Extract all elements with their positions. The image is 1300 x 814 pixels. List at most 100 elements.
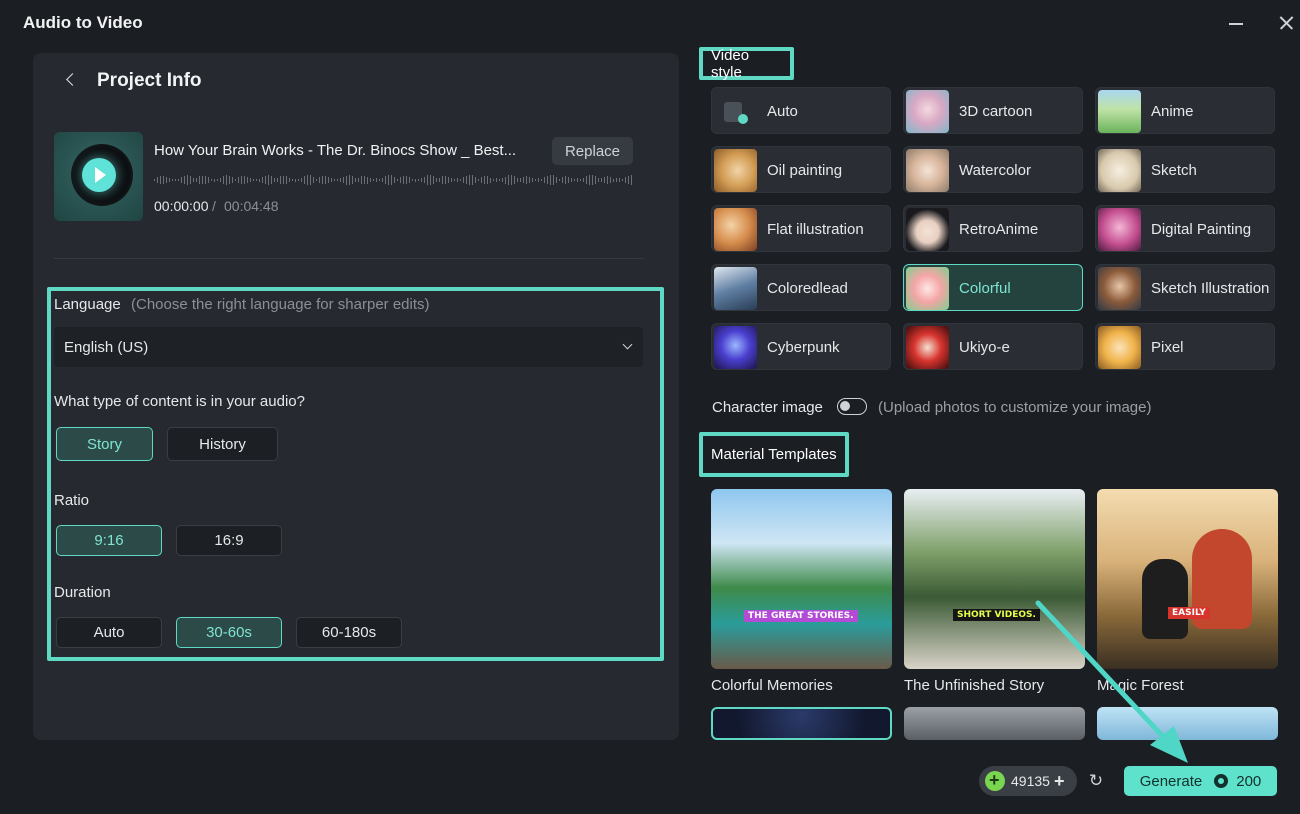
template-card-row2-2[interactable] <box>904 707 1085 740</box>
style-card-sketch-illustration[interactable]: Sketch Illustration <box>1095 264 1275 311</box>
waveform-bar <box>592 174 593 186</box>
ratio-option-9-16[interactable]: 9:16 <box>56 525 162 556</box>
template-card-row2-1[interactable] <box>711 707 892 740</box>
style-label: Ukiyo-e <box>959 339 1010 356</box>
waveform-bar <box>307 175 308 185</box>
style-card-cyberpunk[interactable]: Cyberpunk <box>711 323 891 370</box>
waveform-bar <box>427 175 428 185</box>
duration-option-auto[interactable]: Auto <box>56 617 162 648</box>
waveform-bar <box>157 176 158 184</box>
replace-button[interactable]: Replace <box>552 137 633 165</box>
waveform-bar <box>436 177 437 183</box>
style-card-watercolor[interactable]: Watercolor <box>903 146 1083 193</box>
style-card-ukiyo-e[interactable]: Ukiyo-e <box>903 323 1083 370</box>
audio-waveform[interactable] <box>154 172 632 188</box>
waveform-bar <box>613 178 614 182</box>
duration-label: Duration <box>54 584 111 601</box>
sketch-thumbnail <box>1098 149 1141 192</box>
ukiyo-e-thumbnail <box>906 326 949 369</box>
waveform-bar <box>604 176 605 184</box>
digital-painting-thumbnail <box>1098 208 1141 251</box>
waveform-bar <box>574 179 575 181</box>
style-card-auto[interactable]: Auto <box>711 87 891 134</box>
template-card-magic-forest[interactable]: EASILY <box>1097 489 1278 669</box>
style-card-flat-illustration[interactable]: Flat illustration <box>711 205 891 252</box>
style-card-digital-painting[interactable]: Digital Painting <box>1095 205 1275 252</box>
template-badge: THE GREAT STORIES. <box>744 610 858 622</box>
retroanime-thumbnail <box>906 208 949 251</box>
duration-option-60-180s[interactable]: 60-180s <box>296 617 402 648</box>
waveform-bar <box>271 176 272 184</box>
template-card-row2-3[interactable] <box>1097 707 1278 740</box>
waveform-bar <box>280 176 281 184</box>
waveform-bar <box>499 178 500 182</box>
coloredlead-thumbnail <box>714 267 757 310</box>
waveform-bar <box>316 178 317 182</box>
add-credits-icon[interactable]: + <box>1054 771 1065 792</box>
template-card-unfinished-story[interactable]: SHORT VIDEOS. <box>904 489 1085 669</box>
waveform-bar <box>265 175 266 185</box>
language-select[interactable]: English (US) <box>54 327 643 367</box>
waveform-bar <box>259 178 260 182</box>
style-card-sketch[interactable]: Sketch <box>1095 146 1275 193</box>
waveform-bar <box>313 176 314 184</box>
character-image-toggle[interactable] <box>837 398 867 415</box>
waveform-bar <box>601 178 602 182</box>
anime-thumbnail <box>1098 90 1141 133</box>
style-card-anime[interactable]: Anime <box>1095 87 1275 134</box>
credits-pill[interactable]: 49135 + <box>979 766 1077 796</box>
style-card-3d-cartoon[interactable]: 3D cartoon <box>903 87 1083 134</box>
waveform-bar <box>559 178 560 182</box>
waveform-bar <box>160 175 161 185</box>
waveform-bar <box>409 177 410 183</box>
waveform-bar <box>340 178 341 182</box>
template-card-colorful-memories[interactable]: THE GREAT STORIES. <box>711 489 892 669</box>
style-card-oil-painting[interactable]: Oil painting <box>711 146 891 193</box>
waveform-bar <box>520 178 521 182</box>
credits-icon <box>985 770 1005 791</box>
refresh-icon[interactable]: ↻ <box>1086 771 1106 791</box>
waveform-bar <box>511 174 512 186</box>
waveform-bar <box>232 176 233 184</box>
waveform-bar <box>364 175 365 185</box>
waveform-bar <box>319 177 320 183</box>
waveform-bar <box>625 177 626 183</box>
ratio-label: Ratio <box>54 492 90 509</box>
style-card-pixel[interactable]: Pixel <box>1095 323 1275 370</box>
waveform-bar <box>430 175 431 185</box>
waveform-bar <box>391 175 392 185</box>
close-button[interactable] <box>1276 12 1298 34</box>
style-card-colorful[interactable]: Colorful <box>903 264 1083 311</box>
waveform-bar <box>217 178 218 182</box>
waveform-bar <box>487 176 488 184</box>
style-card-coloredlead[interactable]: Coloredlead <box>711 264 891 311</box>
waveform-bar <box>403 176 404 184</box>
template-label: Colorful Memories <box>711 677 833 694</box>
waveform-bar <box>190 176 191 184</box>
window-title: Audio to Video <box>23 13 143 32</box>
waveform-bar <box>241 175 242 185</box>
waveform-bar <box>493 178 494 182</box>
style-label: 3D cartoon <box>959 103 1033 120</box>
waveform-bar <box>223 176 224 184</box>
waveform-bar <box>379 178 380 182</box>
play-icon[interactable] <box>82 158 116 192</box>
track-title: How Your Brain Works - The Dr. Binocs Sh… <box>154 142 517 159</box>
oil-painting-thumbnail <box>714 149 757 192</box>
generate-button[interactable]: Generate 200 <box>1124 766 1277 796</box>
content-option-story[interactable]: Story <box>56 427 153 461</box>
content-option-history[interactable]: History <box>167 427 278 461</box>
waveform-bar <box>565 176 566 184</box>
waveform-bar <box>346 175 347 185</box>
waveform-bar <box>187 175 188 185</box>
waveform-bar <box>235 179 236 181</box>
back-icon[interactable] <box>61 70 81 90</box>
waveform-bar <box>580 178 581 182</box>
ratio-option-16-9[interactable]: 16:9 <box>176 525 282 556</box>
style-card-retroanime[interactable]: RetroAnime <box>903 205 1083 252</box>
waveform-bar <box>328 177 329 183</box>
waveform-bar <box>337 178 338 182</box>
duration-option-30-60s[interactable]: 30-60s <box>176 617 282 648</box>
waveform-bar <box>343 176 344 184</box>
minimize-button[interactable] <box>1226 14 1246 34</box>
